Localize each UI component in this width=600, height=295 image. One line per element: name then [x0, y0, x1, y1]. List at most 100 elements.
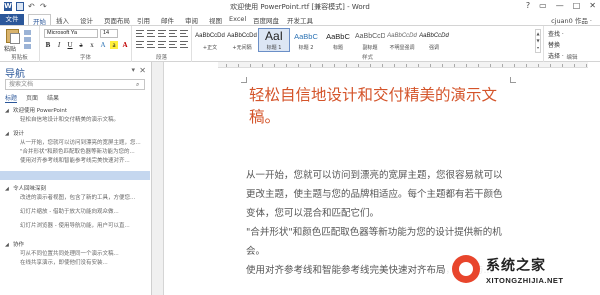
paragraph-group: 段落 — [132, 26, 192, 62]
style-no-spacing[interactable]: AaBbCcDd +无间隔 — [226, 28, 258, 52]
tab-file[interactable]: 文件 — [0, 14, 24, 25]
nav-subheading-item[interactable] — [0, 171, 150, 180]
strikethrough-icon[interactable]: a — [77, 41, 85, 49]
nav-close-icon[interactable]: ✕ — [139, 66, 146, 75]
paste-icon[interactable] — [6, 29, 20, 44]
tab-design[interactable]: 设计 — [80, 15, 93, 25]
multilevel-list-icon[interactable] — [158, 30, 166, 37]
ruler-tick — [514, 64, 515, 67]
font-name-select[interactable]: Microsoft Ya — [44, 29, 98, 38]
nav-tab-headings[interactable]: 标题 — [5, 93, 18, 103]
pane-divider[interactable] — [152, 62, 164, 295]
italic-icon[interactable]: I — [55, 41, 63, 49]
ribbon-display-icon[interactable]: ▭ — [539, 1, 547, 10]
collapse-triangle-icon[interactable]: ◢ — [5, 241, 9, 250]
nav-item-label: 从一开始，您就可以访问到漂亮的宽屏主题，您... — [20, 140, 141, 146]
tab-review[interactable]: 审阅 — [185, 15, 198, 25]
nav-heading-item[interactable]: ◢ 协作 — [0, 241, 150, 250]
ruler-tick — [274, 64, 275, 67]
ruler-tick — [370, 64, 371, 67]
tab-mailings[interactable]: 邮件 — [161, 15, 174, 25]
collapse-triangle-icon[interactable]: ◢ — [5, 185, 9, 194]
ruler-tick — [502, 64, 503, 67]
style-title[interactable]: AaBbC 标题 — [322, 28, 354, 52]
align-center-icon[interactable] — [147, 41, 155, 48]
close-icon[interactable]: ✕ — [589, 1, 596, 10]
nav-subheading-item[interactable]: 在线共享演示，即使他们没有安装... — [0, 259, 150, 268]
tab-layout[interactable]: 页面布局 — [104, 15, 130, 25]
justify-icon[interactable] — [169, 41, 177, 48]
nav-subheading-item[interactable]: 幻灯片浏览器 - 使用导航功能，用户可以直... — [0, 222, 150, 231]
style-emphasis[interactable]: AaBbCcDd 强调 — [418, 28, 450, 52]
styles-gallery: AaBbCcDd +正文 AaBbCcDd +无间隔 AaI 标题 1 AaBb… — [194, 28, 450, 52]
font-color-icon[interactable]: A — [121, 41, 129, 49]
nav-heading-item[interactable]: ◢ 欢迎使用 PowerPoint — [0, 107, 150, 116]
replace-button[interactable]: 替换 — [548, 40, 564, 49]
tab-view[interactable]: 视图 — [209, 15, 222, 25]
nav-subheading-item[interactable]: 使用对齐参考线和智能参考线完美快速对齐... — [0, 157, 150, 166]
ruler-tick — [430, 64, 431, 67]
style-subtitle[interactable]: AaBbCcD 副标题 — [354, 28, 386, 52]
font-size-select[interactable]: 14 — [100, 29, 118, 38]
nav-heading-item[interactable]: ◢ 令人回味深刻 — [0, 185, 150, 194]
style-heading-2[interactable]: AaBbC 标题 2 — [290, 28, 322, 52]
ruler-tick — [238, 64, 239, 67]
doc-paragraph[interactable]: 从一开始，您就可以访问到漂亮的宽屏主题，您很容易就可以更改主题，使主题与您的品牌… — [246, 166, 511, 223]
tab-home[interactable]: 开始 — [28, 14, 51, 26]
ruler-tick — [562, 64, 563, 67]
nav-subheading-item[interactable]: 从一开始，您就可以访问到漂亮的宽屏主题，您... — [0, 139, 150, 148]
document-heading[interactable]: 轻松自信地设计和交付精美的演示文稿。 — [249, 84, 519, 128]
decrease-indent-icon[interactable] — [169, 30, 177, 37]
styles-scroll[interactable]: ▲ ▼ ▾ — [535, 29, 541, 53]
copy-icon[interactable] — [24, 37, 31, 42]
text-effects-icon[interactable]: A — [99, 41, 107, 49]
align-right-icon[interactable] — [158, 41, 166, 48]
styles-group: AaBbCcDd +正文 AaBbCcDd +无间隔 AaI 标题 1 AaBb… — [192, 26, 544, 62]
ruler-tick — [418, 64, 419, 67]
align-left-icon[interactable] — [136, 41, 144, 48]
collapse-triangle-icon[interactable]: ◢ — [5, 107, 9, 116]
nav-subheading-item[interactable]: 可从不同位置共同处理同一个演示文稿... — [0, 250, 150, 259]
style-normal[interactable]: AaBbCcDd +正文 — [194, 28, 226, 52]
underline-icon[interactable]: U — [66, 41, 74, 49]
nav-options-icon[interactable]: ▾ — [131, 66, 135, 74]
nav-tab-pages[interactable]: 页面 — [26, 93, 38, 103]
bullets-icon[interactable] — [136, 30, 144, 37]
ruler-tick — [262, 64, 263, 67]
search-icon[interactable]: ⌕ — [136, 81, 150, 89]
tab-references[interactable]: 引用 — [137, 15, 150, 25]
collapse-triangle-icon[interactable]: ◢ — [5, 130, 9, 139]
nav-subheading-item[interactable]: 幻灯片缩放 - 借助于放大功能向观众做... — [0, 208, 150, 217]
help-icon[interactable]: ? — [526, 1, 530, 10]
nav-item-label: 轻松自信地设计和交付精美的演示文稿。 — [20, 117, 120, 123]
increase-indent-icon[interactable] — [180, 30, 188, 37]
line-spacing-icon[interactable] — [180, 41, 188, 48]
tab-baidu-netdisk[interactable]: 百度网盘 — [253, 15, 279, 25]
nav-heading-item[interactable]: ◢ 设计 — [0, 130, 150, 139]
paste-button[interactable]: 粘贴 — [4, 44, 16, 53]
nav-search-input[interactable]: 搜索文档 — [5, 79, 145, 90]
format-painter-icon[interactable] — [24, 44, 31, 49]
nav-subheading-item[interactable]: "合并形状"和颜色匹配取色器等新功能为您的... — [0, 148, 150, 157]
nav-subheading-item[interactable]: 轻松自信地设计和交付精美的演示文稿。 — [0, 116, 150, 125]
tab-developer[interactable]: 开发工具 — [287, 15, 313, 25]
bold-icon[interactable]: B — [44, 41, 52, 49]
cut-icon[interactable] — [24, 30, 31, 35]
account-name[interactable]: cjuan0 作品 · — [551, 15, 592, 25]
minimize-icon[interactable]: — — [556, 1, 564, 10]
subscript-icon[interactable]: x — [88, 41, 96, 49]
tab-insert[interactable]: 插入 — [56, 15, 69, 25]
tab-excel[interactable]: Excel — [229, 15, 246, 23]
nav-subheading-item[interactable]: 改进的演示者视图，包含了新的工具，方便您... — [0, 194, 150, 203]
style-subtle-emphasis[interactable]: AaBbCcDd 不明显强调 — [386, 28, 418, 52]
highlight-icon[interactable]: a — [110, 41, 118, 49]
nav-tab-results[interactable]: 结果 — [47, 93, 59, 103]
paragraph-label: 段落 — [155, 55, 167, 61]
ruler-tick — [226, 64, 227, 67]
nav-item-label: 在线共享演示，即使他们没有安装... — [20, 260, 108, 266]
clipboard-group: 粘贴 剪贴板 — [0, 26, 40, 62]
style-heading-1[interactable]: AaI 标题 1 — [258, 28, 290, 52]
find-button[interactable]: 查找 · — [548, 29, 564, 38]
maximize-icon[interactable]: □ — [573, 1, 581, 10]
numbering-icon[interactable] — [147, 30, 155, 37]
